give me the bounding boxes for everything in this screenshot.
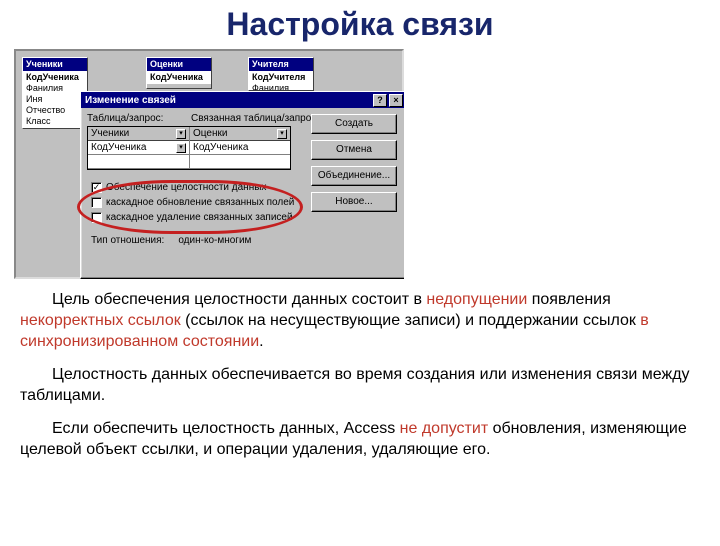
access-screenshot: Ученики КодУченика Фанилия Иня Отчество … [14,49,404,279]
field: Фанилия [252,83,310,91]
dialog-title: Изменение связей [85,95,176,106]
right-field-cell[interactable]: КодУченика [190,141,290,155]
accent-text: некорректных ссылок [20,312,181,329]
text: Если обеспечить целостность данных, Acce… [52,420,400,437]
text: (ссылок на несуществующие записи) и подд… [181,312,641,329]
table-win-students: Ученики КодУченика Фанилия Иня Отчество … [22,57,88,129]
right-table-cell[interactable]: Оценки ▾ [190,127,290,141]
accent-text: недопущении [426,291,527,308]
cancel-button[interactable]: Отмена [311,140,397,160]
right-table-value: Оценки [193,127,227,141]
relation-grid[interactable]: Ученики ▾ КодУченика ▾ Оценки ▾ КодУченика [87,126,291,170]
check-label: Обеспечение целостности данных [106,182,266,193]
table-title: Оценки [147,58,211,71]
checkbox-integrity[interactable]: ✓ [91,182,102,193]
table-body: КодУченика Фанилия Иня Отчество Класс [23,71,87,128]
right-table-header: Связанная таблица/запрос: [191,113,319,124]
table-title: Учителя [249,58,313,71]
checkbox-cascade-delete[interactable] [91,212,102,223]
para-1: Цель обеспечения целостности данных сост… [20,289,700,352]
field: Отчество [26,105,84,116]
dialog-titlebar: Изменение связей ? × [81,92,404,108]
checkbox-cascade-update[interactable] [91,197,102,208]
para-2: Целостность данных обеспечивается во вре… [20,364,700,406]
check-label: каскадное удаление связанных записей [106,212,293,223]
para-3: Если обеспечить целостность данных, Acce… [20,418,700,460]
table-win-teachers: Учителя КодУчителя Фанилия [248,57,314,91]
field: КодУченика [150,72,208,83]
text: . [259,333,263,350]
dialog-body: Таблица/запрос: Связанная таблица/запрос… [81,108,404,278]
table-title: Ученики [23,58,87,71]
join-button[interactable]: Объединение... [311,166,397,186]
left-field-value: КодУченика [91,141,146,155]
help-icon[interactable]: ? [373,94,387,107]
chevron-down-icon[interactable]: ▾ [176,143,186,153]
empty-cell[interactable] [190,155,290,169]
relation-type-value: один-ко-многим [178,235,251,246]
left-table-value: Ученики [91,127,129,141]
text: Цель обеспечения целостности данных сост… [52,291,426,308]
relations-canvas: Ученики КодУченика Фанилия Иня Отчество … [14,49,404,279]
left-field-cell[interactable]: КодУченика ▾ [88,141,189,155]
field: КодУчителя [252,72,310,83]
table-body: КодУчителя Фанилия [249,71,313,91]
left-table-cell[interactable]: Ученики ▾ [88,127,189,141]
create-button[interactable]: Создать [311,114,397,134]
chevron-down-icon[interactable]: ▾ [277,129,287,139]
table-body: КодУченика [147,71,211,84]
relation-type-row: Тип отношения: один-ко-многим [87,235,399,246]
left-table-header: Таблица/запрос: [87,113,183,124]
chevron-down-icon[interactable]: ▾ [176,129,186,139]
accent-text: не допустит [400,420,489,437]
check-cascade-delete-row[interactable]: каскадное удаление связанных записей [91,210,399,225]
field: КодУченика [26,72,84,83]
right-field-value: КодУченика [193,141,248,155]
text: появления [527,291,610,308]
close-icon[interactable]: × [389,94,403,107]
check-label: каскадное обновление связанных полей [106,197,294,208]
field: Фанилия [26,83,84,94]
explanation-text: Цель обеспечения целостности данных сост… [0,289,720,460]
edit-relationships-dialog: Изменение связей ? × Таблица/запрос: Свя… [80,91,404,279]
field: Иня [26,94,84,105]
table-win-grades: Оценки КодУченика [146,57,212,89]
page-title: Настройка связи [0,6,720,43]
new-button[interactable]: Новое... [311,192,397,212]
relation-type-label: Тип отношения: [91,235,164,246]
empty-cell[interactable] [88,155,189,169]
field: Класс [26,116,84,127]
